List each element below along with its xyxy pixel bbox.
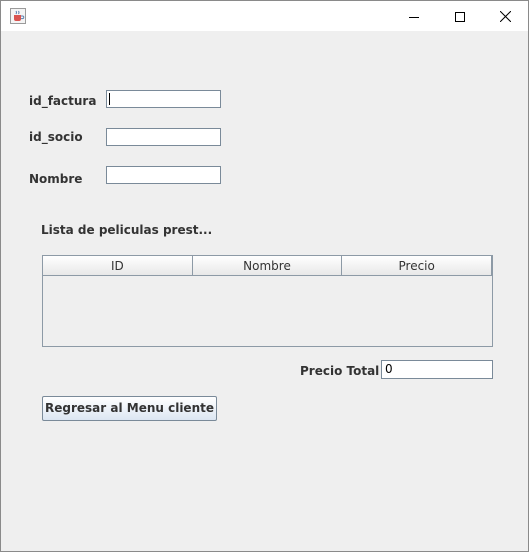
- column-header-precio[interactable]: Precio: [342, 256, 493, 276]
- back-to-client-menu-button[interactable]: Regresar al Menu cliente: [42, 396, 217, 421]
- movies-table[interactable]: ID Nombre Precio: [42, 255, 493, 347]
- nombre-label: Nombre: [29, 172, 83, 186]
- id-factura-field[interactable]: [106, 90, 221, 108]
- java-coffee-cup-icon: [10, 8, 26, 24]
- close-button[interactable]: [482, 1, 528, 31]
- maximize-icon: [455, 7, 465, 26]
- nombre-field[interactable]: [106, 166, 221, 184]
- minimize-icon: [409, 7, 419, 26]
- id-factura-label: id_factura: [29, 94, 97, 108]
- app-window: id_factura id_socio Nombre Lista de peli…: [0, 0, 529, 552]
- column-header-nombre[interactable]: Nombre: [192, 256, 343, 276]
- minimize-button[interactable]: [391, 1, 437, 31]
- precio-total-field[interactable]: 0: [381, 360, 493, 379]
- precio-total-label: Precio Total: [300, 364, 380, 378]
- maximize-button[interactable]: [437, 1, 483, 31]
- close-icon: [499, 7, 511, 26]
- table-body[interactable]: [43, 276, 492, 346]
- table-header: ID Nombre Precio: [43, 256, 493, 276]
- id-socio-label: id_socio: [29, 130, 83, 144]
- column-header-id[interactable]: ID: [43, 256, 193, 276]
- title-bar[interactable]: [1, 1, 528, 31]
- id-socio-field[interactable]: [106, 128, 221, 146]
- list-title: Lista de peliculas prest...: [41, 223, 213, 237]
